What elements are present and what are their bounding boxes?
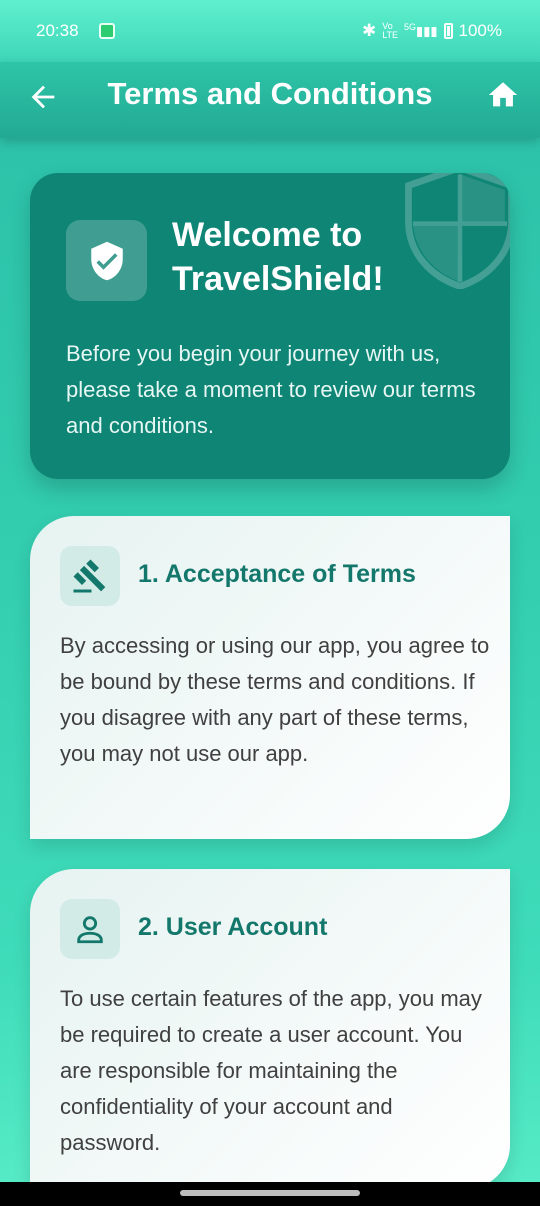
section-icon-box (60, 899, 120, 959)
gavel-icon (73, 559, 106, 593)
home-gesture-handle[interactable] (180, 1190, 360, 1196)
bluetooth-icon: ✱ (361, 21, 377, 40)
welcome-description: Before you begin your journey with us, p… (66, 341, 476, 438)
section-title: 1. Acceptance of Terms (138, 560, 416, 588)
section-card-user-account: 2. User Account To use certain features … (30, 869, 510, 1189)
battery-icon (443, 23, 453, 39)
section-card-acceptance: 1. Acceptance of Terms By accessing or u… (30, 516, 510, 839)
volte-icon: Vo LTE (382, 21, 399, 40)
network-type-label: 5G (404, 22, 417, 33)
section-body: By accessing or using our app, you agree… (60, 633, 490, 766)
page-title: Terms and Conditions (107, 76, 433, 111)
shield-check-icon-box (66, 220, 147, 301)
welcome-card: Welcome to TravelShield! Before you begi… (30, 173, 510, 479)
app-bar: Terms and Conditions (0, 62, 540, 138)
signal-icon: 5G▮▮▮ (404, 22, 438, 39)
person-icon (77, 916, 103, 944)
status-bar: 20:38 ✱ Vo LTE 5G▮▮▮ 100% (0, 0, 540, 62)
section-icon-box (60, 546, 120, 606)
battery-percent: 100% (458, 21, 502, 40)
section-body: To use certain features of the app, you … (60, 986, 482, 1155)
welcome-title: Welcome to TravelShield! (172, 216, 384, 298)
status-time: 20:38 (36, 21, 79, 40)
notification-app-icon (99, 23, 115, 39)
home-icon (488, 82, 518, 107)
system-navigation-bar (0, 1182, 540, 1206)
section-title: 2. User Account (138, 913, 328, 941)
status-icons: ✱ Vo LTE 5G▮▮▮ 100% (362, 21, 502, 41)
shield-check-icon (90, 241, 123, 280)
home-button[interactable] (486, 78, 520, 112)
